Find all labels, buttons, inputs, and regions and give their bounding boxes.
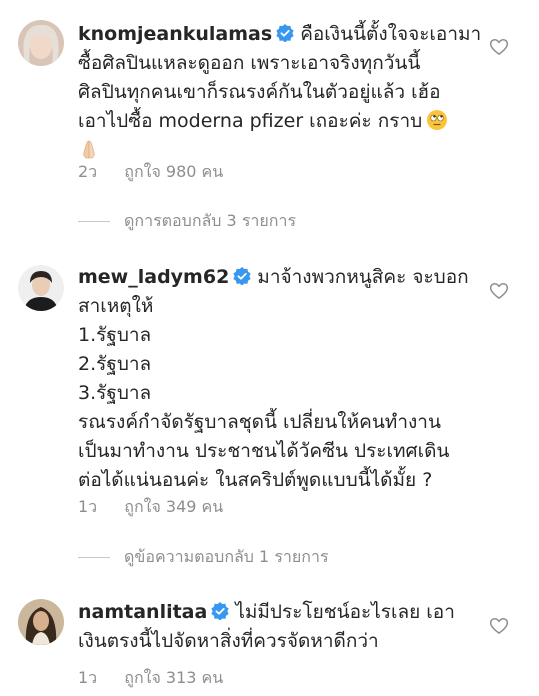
comment-text-line: มาจ้างพวกหนูสิคะ จะบอก xyxy=(257,266,469,288)
comment-text-line: 1.รัฐบาล xyxy=(78,324,152,346)
comment-text-line: 3.รัฐบาล xyxy=(78,382,152,404)
replies-divider xyxy=(78,557,110,558)
like-count[interactable]: ถูกใจ 349 คน xyxy=(124,497,223,516)
view-replies-button[interactable]: ดูข้อความตอบกลับ 1 รายการ xyxy=(78,545,329,570)
comment-text-line: รณรงค์กำจัดรัฐบาลชุดนี้ เปลี่ยนให้คนทำงา… xyxy=(78,411,441,433)
comment-text-line: ต่อได้แน่นอนค่ะ ในสคริปต์พูดแบบนี้ได้มั้… xyxy=(78,469,433,491)
avatar[interactable] xyxy=(18,20,64,66)
verified-badge-icon xyxy=(233,267,251,285)
verified-badge-icon xyxy=(211,602,229,620)
comment-text-line: 2.รัฐบาล xyxy=(78,353,152,375)
heart-outline-icon[interactable] xyxy=(489,281,509,301)
like-count[interactable]: ถูกใจ 980 คน xyxy=(124,162,223,181)
comment-time: 1ว xyxy=(78,497,98,516)
username[interactable]: knomjeankulamas xyxy=(78,23,272,45)
view-replies-label: ดูข้อความตอบกลับ 1 รายการ xyxy=(124,547,329,566)
like-count[interactable]: ถูกใจ 313 คน xyxy=(124,668,223,687)
comment-text-line: ศิลปินทุกคนเขาก็รณรงค์กันในตัวอยู่แล้ว เ… xyxy=(78,81,441,103)
comment-time: 2ว xyxy=(78,162,98,181)
comment-time: 1ว xyxy=(78,668,98,687)
face-with-rolling-eyes-icon xyxy=(427,110,448,130)
heart-outline-icon[interactable] xyxy=(489,37,509,57)
comment-text-line: ไม่มีประโยชน์อะไรเลย เอา xyxy=(235,601,455,623)
avatar[interactable] xyxy=(18,265,64,311)
comment-text-line: คือเงินนี้ตั้งใจจะเอามา xyxy=(300,23,482,45)
comment-text-line: เอาไปซื้อ moderna pfizer เถอะค่ะ กราบ xyxy=(78,110,423,132)
comment-text-line: สาเหตุให้ xyxy=(78,295,154,317)
folded-hands-icon xyxy=(83,140,95,159)
comment-text-line: ซื้อศิลปินแหละดูออก เพราะเอาจริงทุกวันนี… xyxy=(78,52,421,74)
verified-badge-icon xyxy=(276,24,294,42)
view-replies-button[interactable]: ดูการตอบกลับ 3 รายการ xyxy=(78,209,296,234)
view-replies-label: ดูการตอบกลับ 3 รายการ xyxy=(124,211,297,230)
comment-text-line: เงินตรงนี้ไปจัดหาสิ่งที่ควรจัดหาดีกว่า xyxy=(78,630,379,652)
comment-text-line: เป็นมาทำงาน ประชาชนได้วัคซีน ประเทศเดิน xyxy=(78,440,450,462)
username[interactable]: mew_ladym62 xyxy=(78,266,229,288)
heart-outline-icon[interactable] xyxy=(489,616,509,636)
avatar[interactable] xyxy=(18,599,64,645)
username[interactable]: namtanlitaa xyxy=(78,601,207,623)
replies-divider xyxy=(78,221,110,222)
